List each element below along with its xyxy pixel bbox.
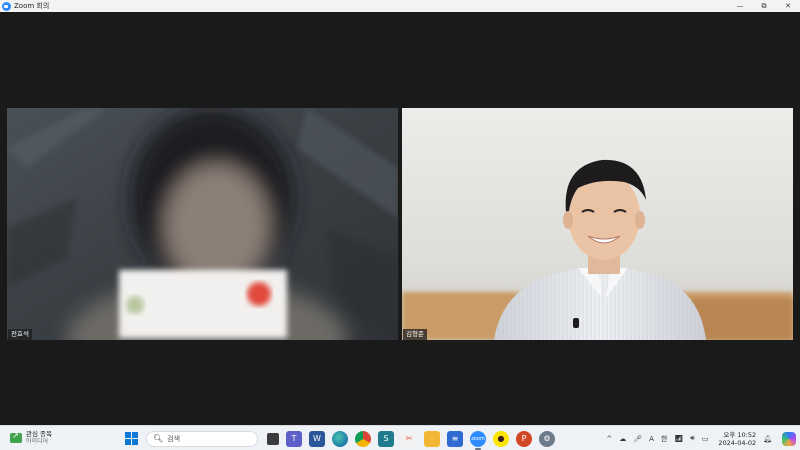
search-placeholder: 검색 bbox=[167, 434, 181, 443]
ime-language[interactable]: 한 bbox=[661, 434, 667, 444]
wifi-icon[interactable]: 📶︎ bbox=[674, 435, 683, 443]
meeting-stage: 전효석 김형준 bbox=[0, 12, 800, 425]
taskbar-apps: 🔍︎ 검색 T W S ✂ ≡ zoom ● P ⚙ bbox=[122, 429, 555, 450]
title-bar: Zoom 회의 — ⧉ ✕ bbox=[0, 0, 800, 12]
microphone-icon[interactable]: 🎤︎ bbox=[633, 435, 642, 443]
show-hidden-icons-button[interactable]: ^ bbox=[606, 435, 612, 443]
window-title: Zoom 회의 bbox=[14, 2, 50, 10]
minimize-button[interactable]: — bbox=[728, 0, 752, 12]
copilot-icon[interactable] bbox=[782, 431, 796, 446]
system-tray: ^ ☁ 🎤︎ A 한 📶︎ 🔊︎ ▭ 오후 10:52 2024-04-02 🔔… bbox=[599, 429, 796, 448]
chrome-icon[interactable] bbox=[355, 430, 371, 447]
participant-name-tag: 김형준 bbox=[403, 329, 427, 340]
zoom-logo-icon bbox=[2, 1, 11, 11]
onedrive-icon[interactable]: ☁ bbox=[619, 435, 626, 443]
clock-date: 2024-04-02 bbox=[718, 438, 757, 447]
participant-name-tag: 전효석 bbox=[8, 329, 32, 340]
clock-time: 오후 10:52 bbox=[723, 430, 757, 439]
powerpoint-icon[interactable]: P bbox=[516, 430, 532, 447]
participant-video-tile[interactable]: 김형준 bbox=[402, 108, 793, 340]
taskbar: 관심 종목 아이디어 🔍︎ 검색 T W S ✂ ≡ zoom ● P ⚙ ^ … bbox=[0, 425, 800, 450]
word-icon[interactable]: W bbox=[309, 430, 325, 447]
start-button[interactable] bbox=[122, 430, 140, 448]
participant-video-right bbox=[402, 108, 793, 340]
widget-title: 관심 종목 bbox=[26, 430, 52, 438]
app-icon[interactable]: S bbox=[378, 430, 394, 447]
search-icon: 🔍︎ bbox=[153, 434, 164, 443]
task-view-icon[interactable] bbox=[267, 432, 279, 445]
battery-icon[interactable]: ▭ bbox=[702, 435, 709, 443]
notepad-icon[interactable]: ≡ bbox=[447, 430, 463, 447]
taskbar-search[interactable]: 🔍︎ 검색 bbox=[146, 430, 258, 447]
window-controls: — ⧉ ✕ bbox=[728, 0, 800, 12]
snipping-tool-icon[interactable]: ✂ bbox=[401, 430, 417, 447]
edge-icon[interactable] bbox=[332, 430, 348, 447]
kakaotalk-icon[interactable]: ● bbox=[493, 430, 509, 447]
participant-video-tile[interactable]: 전효석 bbox=[7, 108, 398, 340]
widget-subtitle: 아이디어 bbox=[26, 438, 49, 445]
teams-icon[interactable]: T bbox=[286, 430, 302, 447]
ime-mode-a[interactable]: A bbox=[649, 435, 654, 443]
close-button[interactable]: ✕ bbox=[776, 0, 800, 12]
notifications-bell-icon[interactable]: 🔔︎ bbox=[763, 435, 772, 443]
volume-icon[interactable]: 🔊︎ bbox=[690, 434, 694, 443]
zoom-icon[interactable]: zoom bbox=[470, 430, 486, 450]
stock-trend-icon bbox=[10, 431, 22, 443]
widgets-button[interactable]: 관심 종목 아이디어 bbox=[10, 430, 52, 446]
settings-icon[interactable]: ⚙ bbox=[539, 430, 555, 447]
file-explorer-icon[interactable] bbox=[424, 430, 440, 447]
maximize-button[interactable]: ⧉ bbox=[752, 0, 776, 12]
clock[interactable]: 오후 10:52 2024-04-02 bbox=[718, 431, 756, 447]
participant-video-left bbox=[7, 108, 398, 340]
